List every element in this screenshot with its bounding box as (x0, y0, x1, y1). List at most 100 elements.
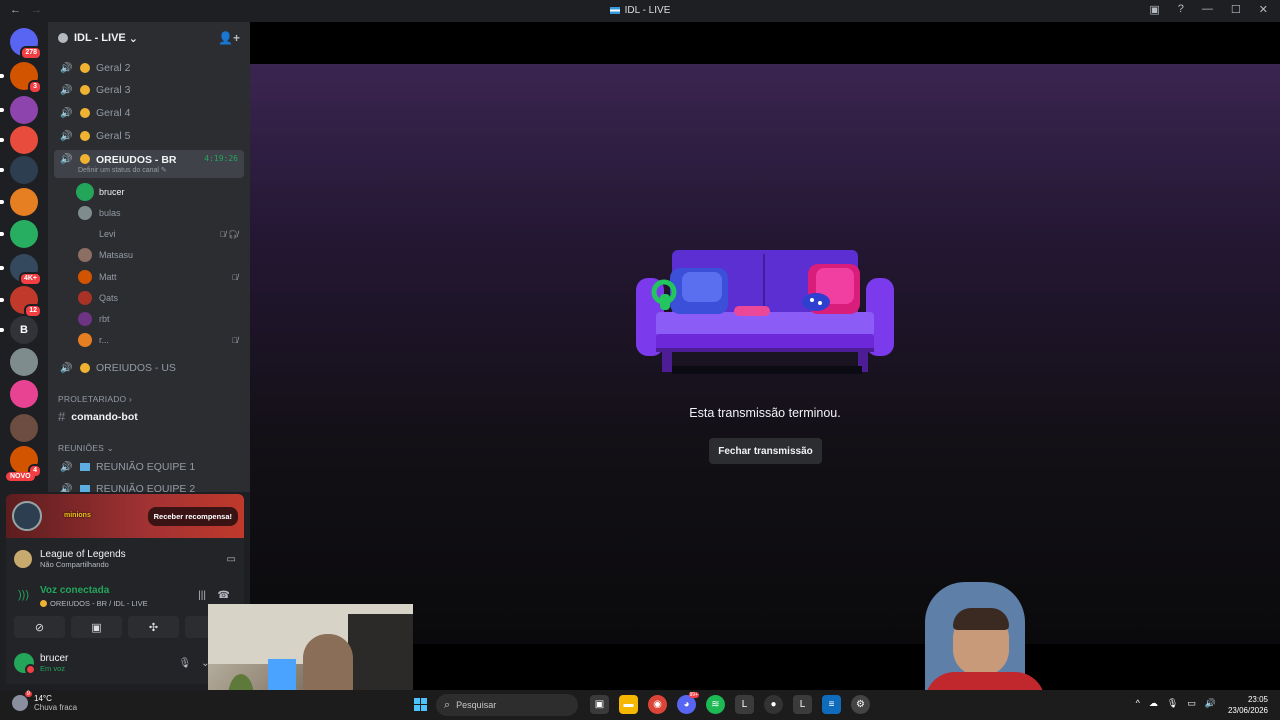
member-name: brucer (99, 187, 125, 197)
voice-channel-us[interactable]: 🔊 OREIUDOS - US (54, 357, 244, 379)
channel-label: REUNIÃO EQUIPE 1 (96, 461, 196, 473)
chevron-up-icon[interactable]: ^ (1136, 698, 1140, 709)
stream-stage: Esta transmissão terminou. Fechar transm… (250, 22, 1280, 690)
new-badge: NOVO (6, 472, 35, 481)
category-proletariado[interactable]: PROLETARIADO › (58, 394, 132, 404)
league-client-icon[interactable]: L (735, 695, 754, 714)
notepad-icon[interactable]: ≡ (822, 695, 841, 714)
voice-member[interactable]: rbt (78, 309, 244, 329)
clock-date: 23/06/2026 (1227, 706, 1268, 715)
server-icon[interactable]: 4K+ (0, 254, 42, 286)
activity-status[interactable]: League of Legends Não Compartilhando ▭ (14, 544, 236, 574)
server-icon[interactable]: 3 (0, 62, 42, 94)
server-icon[interactable] (0, 126, 38, 154)
category-reunioes[interactable]: REUNIÕES ⌄ (58, 443, 114, 454)
server-icon[interactable] (0, 96, 38, 124)
file-explorer-icon[interactable]: ▬ (619, 695, 638, 714)
server-icon[interactable] (0, 156, 38, 184)
channel-sidebar: IDL - LIVE ⌄ 👤+ 🔊 Geral 2 🔊 Geral 3 🔊 Geral… (48, 22, 250, 492)
voice-connection: ))) Voz conectada OREIUDOS - BR / IDL - … (14, 582, 236, 612)
channel-label: Geral 2 (96, 62, 131, 74)
voice-member[interactable]: r... 🎙̸ (78, 330, 244, 350)
chevron-down-icon: ⌄ (106, 443, 114, 453)
server-icon[interactable] (0, 220, 38, 248)
minimize-icon[interactable]: — (1202, 3, 1213, 16)
member-name: Matsasu (99, 250, 134, 260)
voice-member[interactable]: Matt 🎙̸ (78, 267, 244, 287)
status-dot-icon (40, 600, 47, 607)
close-stream-button[interactable]: Fechar transmissão (709, 438, 822, 464)
member-name: Matt (99, 272, 117, 282)
windows-start-icon[interactable] (414, 698, 427, 711)
voice-member[interactable]: Qats (78, 288, 244, 308)
voice-channel-reuniao-1[interactable]: 🔊 REUNIÃO EQUIPE 1 (54, 456, 244, 478)
server-icon[interactable] (10, 348, 38, 376)
voice-member[interactable]: bulas (78, 203, 244, 223)
inbox-icon[interactable]: ▣ (1149, 3, 1159, 16)
server-icon[interactable] (0, 188, 38, 216)
chevron-right-icon: › (128, 394, 132, 404)
voice-member[interactable]: Levi 🎙̸ 🎧̸ (78, 224, 244, 244)
username[interactable]: brucer (40, 653, 68, 664)
speaker-icon: 🔊 (60, 62, 73, 74)
server-badge: 278 (20, 46, 42, 60)
speaker-icon: 🔊 (60, 84, 73, 96)
server-icon[interactable] (10, 414, 38, 442)
chrome-icon[interactable]: ◉ (648, 695, 667, 714)
voice-channel-geral-2[interactable]: 🔊 Geral 2 (54, 57, 244, 79)
weather-temp: 14°C (34, 694, 52, 703)
server-icon[interactable]: 278 (10, 28, 42, 60)
microphone-icon[interactable]: 🎙 (178, 658, 191, 669)
screen-share-icon: ▣ (91, 621, 102, 634)
task-view-icon[interactable]: ▣ (590, 695, 609, 714)
channel-status-hint[interactable]: Definir um status do canal ✎ (78, 166, 167, 174)
riot-client-icon[interactable]: L (793, 695, 812, 714)
text-channel-comando-bot[interactable]: # comando-bot (58, 409, 138, 424)
noise-suppression-icon[interactable]: ||| (198, 590, 206, 601)
help-icon[interactable]: ? (1178, 3, 1184, 16)
server-icon[interactable]: B (0, 316, 38, 344)
close-icon[interactable]: ✕ (1259, 3, 1268, 16)
cloud-icon[interactable]: ☁ (1149, 698, 1158, 709)
voice-channel-geral-3[interactable]: 🔊 Geral 3 (54, 79, 244, 101)
unread-pip (0, 138, 4, 142)
voice-member[interactable]: brucer (78, 182, 244, 202)
avatar[interactable] (14, 653, 36, 675)
avatar (78, 270, 92, 284)
maximize-icon[interactable]: ☐ (1231, 3, 1241, 16)
microphone-icon[interactable]: 🎙 (1167, 698, 1178, 709)
server-icon[interactable] (10, 380, 38, 408)
weather-widget[interactable]: 9 14°C Chuva fraca (12, 691, 77, 712)
clock[interactable]: 23:05 23/06/2026 (1228, 694, 1268, 716)
claim-reward-button[interactable]: Receber recompensa! (147, 506, 238, 526)
voice-channel-active[interactable]: 🔊 OREIUDOS - BR 4:19:26 Definir um status… (54, 150, 244, 178)
server-icon[interactable]: 4 (10, 446, 42, 478)
disconnect-icon[interactable]: ☎ (218, 590, 230, 601)
server-badge: 4K+ (18, 272, 42, 286)
voice-member[interactable]: Matsasu (78, 245, 244, 265)
spotify-icon[interactable]: ≋ (706, 695, 725, 714)
obs-icon[interactable]: ● (764, 695, 783, 714)
guild-header[interactable]: IDL - LIVE ⌄ 👤+ (48, 22, 250, 54)
camera-off-button[interactable]: ⊘ (14, 616, 65, 638)
channel-label: REUNIÃO EQUIPE 2 (96, 483, 196, 492)
league-icon (14, 550, 32, 568)
display-icon[interactable]: ▭ (1187, 698, 1196, 709)
voice-channel-geral-4[interactable]: 🔊 Geral 4 (54, 102, 244, 124)
share-screen-button[interactable]: ▣ (71, 616, 122, 638)
voice-title[interactable]: Voz conectada (40, 585, 109, 596)
promo-banner: minions Receber recompensa! (6, 494, 244, 538)
screen-share-icon[interactable]: ▭ (227, 554, 236, 565)
server-icon[interactable]: 12 (0, 286, 42, 318)
voice-channel-reuniao-2[interactable]: 🔊 REUNIÃO EQUIPE 2 (54, 478, 244, 492)
add-member-icon[interactable]: 👤+ (218, 31, 240, 45)
avatar (78, 291, 92, 305)
voice-channel-geral-5[interactable]: 🔊 Geral 5 (54, 125, 244, 147)
voice-location[interactable]: OREIUDOS - BR / IDL - LIVE (40, 599, 148, 608)
taskbar-search[interactable]: ⌕ Pesquisar (436, 694, 578, 716)
settings-icon[interactable]: ⚙ (851, 695, 870, 714)
activity-game: League of Legends (40, 549, 126, 560)
discord-icon[interactable]: ◕ 99+ (677, 692, 699, 714)
volume-icon[interactable]: 🔊 (1205, 698, 1216, 709)
activities-button[interactable]: ✣ (128, 616, 179, 638)
